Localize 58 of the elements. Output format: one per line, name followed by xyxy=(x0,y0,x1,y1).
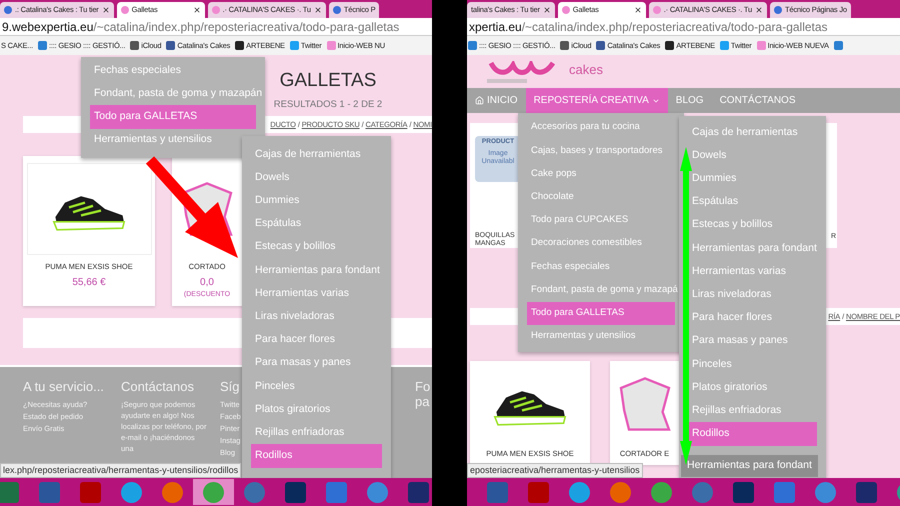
address-bar[interactable]: xpertia.eu/~catalina/index.php/reposteriacreativa/todo-para-galletas xyxy=(467,18,900,36)
close-icon[interactable] xyxy=(755,6,764,14)
menu-item[interactable]: Todo para GALLETAS xyxy=(90,105,256,129)
close-icon[interactable] xyxy=(634,6,642,14)
menu-item[interactable]: Dowels xyxy=(679,144,826,168)
menu-item[interactable]: Fondant, pasta de goma y mazapán xyxy=(81,82,265,106)
menu-item[interactable]: Rejillas enfriadoras xyxy=(242,421,391,444)
menu-item[interactable]: Dummies xyxy=(679,167,826,191)
link-preview-tooltip: lex.php/reposteriacreativa/herramentas-y-utensilios/rodillos xyxy=(0,463,242,478)
close-icon[interactable] xyxy=(102,6,110,14)
menu-item[interactable]: Herramientas varias xyxy=(242,282,391,306)
menu-item[interactable]: Rodillos xyxy=(688,422,817,446)
menu-item[interactable]: Dowels xyxy=(242,166,391,190)
menu-item[interactable]: Todo para GALLETAS xyxy=(527,302,675,325)
menu-item[interactable]: Liras niveladoras xyxy=(242,305,391,328)
menu-item[interactable]: Platos giratorios xyxy=(242,398,391,422)
link-preview-tooltip: eposteriacreativa/herramentas-y-utensilios xyxy=(467,463,643,478)
results-count: RESULTADOS 1 - 2 DE 2 xyxy=(274,98,382,112)
address-bar[interactable]: 9.webexpertia.eu/~catalina/index.php/reposteriacreativa/todo-para-galletas xyxy=(0,18,432,36)
menu-item[interactable]: Espátulas xyxy=(242,212,391,236)
menu-item[interactable]: Espátulas xyxy=(679,190,826,214)
nav-link[interactable]: CONTÁCTANOS xyxy=(712,88,804,113)
menu-item[interactable]: Para hacer flores xyxy=(679,306,826,330)
product-price: 0,0 xyxy=(200,276,214,290)
nav-link[interactable]: REPOSTERÍA CREATIVA xyxy=(526,88,668,113)
menu-item[interactable]: Dummies xyxy=(242,189,391,213)
menu-item[interactable]: Cajas de herramientas xyxy=(242,143,391,166)
footer-heading: Contáctanos xyxy=(121,379,194,394)
logo-text: cakes xyxy=(569,60,603,78)
menu-item[interactable]: Herramientas para fondant xyxy=(242,258,391,282)
menu-item[interactable]: Pinceles xyxy=(679,352,826,376)
menu-item[interactable]: Fechas especiales xyxy=(81,59,265,82)
product-price: 55,66 € xyxy=(72,276,106,290)
taskbar-button[interactable] xyxy=(193,479,234,505)
menu-item[interactable]: Para masas y panes xyxy=(242,352,391,375)
menu-item[interactable]: Pinceles xyxy=(242,374,391,398)
home-icon xyxy=(475,96,484,105)
menu-item[interactable]: Platos giratorios xyxy=(679,376,826,400)
menu-item[interactable]: Para hacer flores xyxy=(242,328,391,352)
menu-item[interactable]: Rejillas enfriadoras xyxy=(679,399,826,422)
menu-item[interactable]: Rodillos xyxy=(251,444,382,468)
page-title: GALLETAS xyxy=(280,69,376,93)
close-icon[interactable] xyxy=(314,6,322,14)
close-icon[interactable] xyxy=(542,6,551,14)
tooltip: Herramientas para fondant xyxy=(681,455,818,477)
menu-item[interactable]: Para masas y panes xyxy=(679,330,826,353)
footer-heading: A tu servicio... xyxy=(23,379,104,394)
menu-item[interactable]: Estecas y bolillos xyxy=(242,236,391,259)
nav-link[interactable]: BLOG xyxy=(668,88,712,113)
nav-link[interactable]: INICIO xyxy=(467,88,526,113)
menu-item[interactable]: Cajas de herramientas xyxy=(679,121,826,144)
menu-item[interactable]: Liras niveladoras xyxy=(679,283,826,306)
footer-heading: Fo pa xyxy=(415,379,431,409)
close-icon[interactable] xyxy=(192,6,201,14)
menu-item[interactable]: Herramientas varias xyxy=(679,260,826,284)
menu-item[interactable]: Estecas y bolillos xyxy=(679,214,826,237)
menu-item[interactable]: Herramientas para fondant xyxy=(679,236,826,260)
footer-heading: Síg xyxy=(220,379,240,394)
